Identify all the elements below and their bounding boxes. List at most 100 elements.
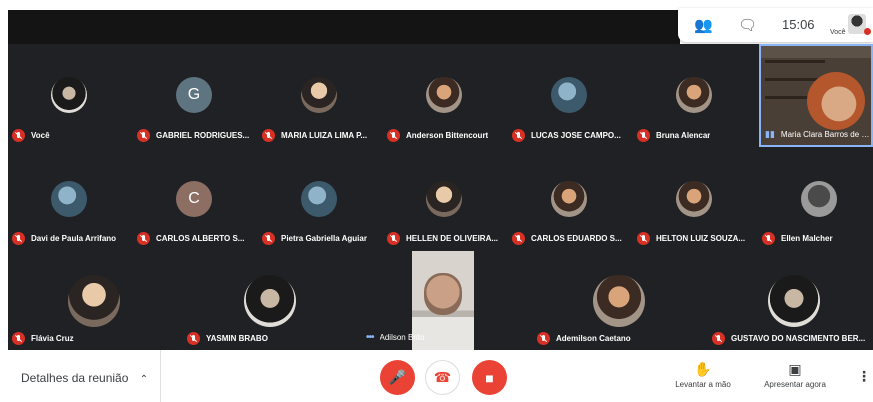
mic-off-icon — [262, 129, 275, 142]
present-now-button[interactable]: ▣ Apresentar agora — [755, 361, 835, 389]
meeting-details-button[interactable]: Detalhes da reunião ⌃ — [21, 371, 148, 385]
mic-off-icon — [512, 232, 525, 245]
participant-label: GUSTAVO DO NASCIMENTO BER... — [712, 332, 872, 345]
participant-label: HELLEN DE OLIVEIRA... — [387, 232, 505, 245]
participant-tile[interactable]: HELTON LUIZ SOUZA... — [633, 147, 758, 250]
raise-hand-label: Levantar a mão — [675, 380, 731, 389]
participant-tile[interactable]: YASMIN BRABO — [183, 250, 358, 350]
participant-name: CARLOS ALBERTO S... — [156, 234, 245, 243]
participant-tile[interactable]: Pietra Gabriella Aguiar — [258, 147, 383, 250]
participant-label: ▮▮ Maria Clara Barros de O... — [765, 129, 871, 140]
participant-label: YASMIN BRABO — [187, 332, 355, 345]
participant-label: LUCAS JOSE CAMPO... — [512, 129, 630, 142]
avatar — [301, 77, 337, 113]
avatar — [768, 275, 820, 327]
mic-off-icon — [262, 232, 275, 245]
participant-name: Você — [31, 131, 50, 140]
leave-call-button[interactable]: ☎ — [425, 360, 460, 395]
avatar: G — [176, 77, 212, 113]
participant-label: Bruna Alencar — [637, 129, 755, 142]
avatar — [676, 77, 712, 113]
participant-label: Anderson Bittencourt — [387, 129, 505, 142]
mic-off-icon — [537, 332, 550, 345]
top-info-panel: 👥 🗨 15:06 Você — [678, 8, 873, 42]
mic-off-icon — [12, 129, 25, 142]
people-icon[interactable]: 👥 — [694, 16, 713, 34]
bottom-bar: Detalhes da reunião ⌃ 🎤 ☎ ■ ✋ Levantar a… — [0, 350, 873, 402]
participant-tile[interactable]: Anderson Bittencourt — [383, 44, 508, 147]
participant-tile[interactable]: G GABRIEL RODRIGUES... — [133, 44, 258, 147]
participant-label: CARLOS EDUARDO S... — [512, 232, 630, 245]
mic-off-icon — [712, 332, 725, 345]
participant-label: CARLOS ALBERTO S... — [137, 232, 255, 245]
participant-name: Davi de Paula Arrifano — [31, 234, 117, 243]
mic-off-icon: 🎤 — [388, 369, 407, 385]
participant-name: Ademilson Caetano — [556, 334, 631, 343]
present-now-label: Apresentar agora — [764, 380, 826, 389]
avatar — [426, 181, 462, 217]
participant-label: HELTON LUIZ SOUZA... — [637, 232, 755, 245]
divider — [160, 350, 161, 402]
participant-tile[interactable]: Bruna Alencar — [633, 44, 758, 147]
mic-toggle-button[interactable]: 🎤 — [380, 360, 415, 395]
chat-icon[interactable]: 🗨 — [738, 16, 757, 34]
mic-off-icon — [12, 232, 25, 245]
mic-off-icon — [137, 129, 150, 142]
participant-name: CARLOS EDUARDO S... — [531, 234, 622, 243]
participant-name: Maria Clara Barros de O... — [780, 130, 871, 139]
avatar — [301, 181, 337, 217]
participant-tile[interactable]: Você — [8, 44, 133, 147]
avatar — [244, 275, 296, 327]
mic-off-icon — [762, 232, 775, 245]
participant-tile[interactable]: Davi de Paula Arrifano — [8, 147, 133, 250]
participant-name: Pietra Gabriella Aguiar — [281, 234, 367, 243]
avatar — [51, 181, 87, 217]
more-options-icon[interactable]: ⋮ — [857, 368, 871, 385]
participant-label: Flávia Cruz — [12, 332, 180, 345]
participant-tile[interactable]: Ademilson Caetano — [533, 250, 708, 350]
mic-off-indicator — [864, 28, 871, 35]
present-icon: ▣ — [788, 361, 802, 377]
mic-off-icon — [637, 129, 650, 142]
participant-tile[interactable]: GUSTAVO DO NASCIMENTO BER... — [708, 250, 873, 350]
participant-label: GABRIEL RODRIGUES... — [137, 129, 255, 142]
participant-tile[interactable]: LUCAS JOSE CAMPO... — [508, 44, 633, 147]
participant-label: Pietra Gabriella Aguiar — [262, 232, 380, 245]
avatar: C — [176, 181, 212, 217]
mic-off-icon — [387, 232, 400, 245]
participant-label: Ademilson Caetano — [537, 332, 705, 345]
mic-off-icon — [387, 129, 400, 142]
participant-name: Flávia Cruz — [31, 334, 74, 343]
avatar — [551, 181, 587, 217]
avatar — [51, 77, 87, 113]
chevron-up-icon: ⌃ — [139, 374, 149, 385]
speaking-indicator-icon: ▮▮ — [765, 129, 775, 139]
active-speaker-video[interactable]: ▮▮ Maria Clara Barros de O... — [759, 44, 873, 147]
participant-name: MARIA LUIZA LIMA P... — [281, 131, 368, 140]
participant-name: GABRIEL RODRIGUES... — [156, 131, 250, 140]
camera-toggle-button[interactable]: ■ — [472, 360, 507, 395]
top-bar-dark — [8, 10, 680, 44]
raise-hand-button[interactable]: ✋ Levantar a mão — [668, 361, 738, 389]
clock-time: 15:06 — [782, 17, 815, 32]
avatar — [68, 275, 120, 327]
participant-tile[interactable]: MARIA LUIZA LIMA P... — [258, 44, 383, 147]
participant-label: Ellen Malcher — [762, 232, 870, 245]
participant-name: Adilson Brito — [379, 333, 425, 342]
self-label: Você — [830, 29, 846, 36]
participant-tile[interactable]: Ellen Malcher — [758, 147, 873, 250]
participant-name: YASMIN BRABO — [206, 334, 268, 343]
phone-hangup-icon: ☎ — [433, 369, 452, 385]
speaking-dots-icon: ••• — [366, 332, 374, 343]
participant-name: Anderson Bittencourt — [406, 131, 489, 140]
participant-tile[interactable]: HELLEN DE OLIVEIRA... — [383, 147, 508, 250]
participant-name: LUCAS JOSE CAMPO... — [531, 131, 621, 140]
participant-label: Você — [12, 129, 130, 142]
participant-label: MARIA LUIZA LIMA P... — [262, 129, 380, 142]
participant-tile[interactable]: CARLOS EDUARDO S... — [508, 147, 633, 250]
avatar — [593, 275, 645, 327]
participant-tile[interactable]: Flávia Cruz — [8, 250, 183, 350]
avatar — [676, 181, 712, 217]
participant-tile[interactable]: C CARLOS ALBERTO S... — [133, 147, 258, 250]
avatar — [551, 77, 587, 113]
